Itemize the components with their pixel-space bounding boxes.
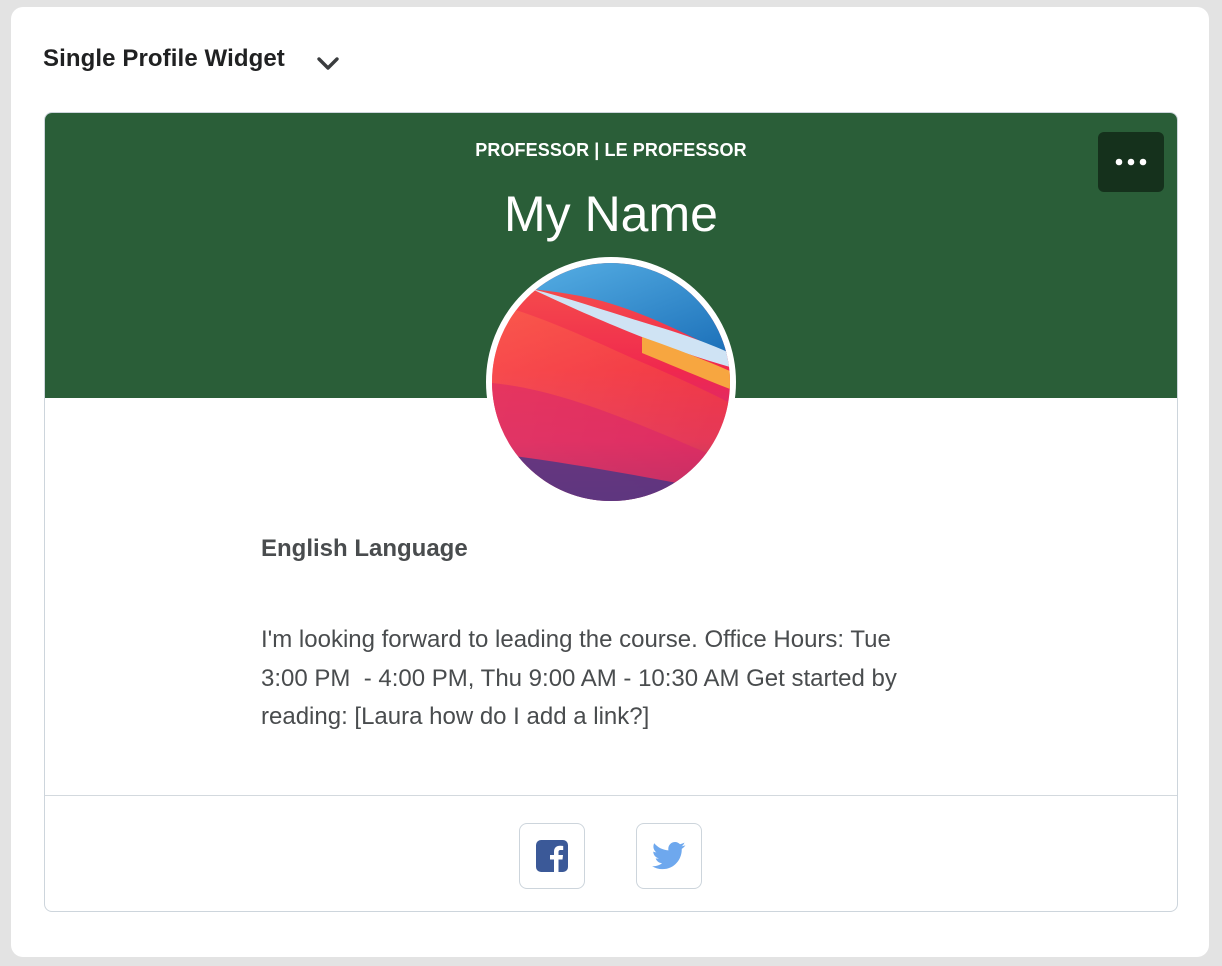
more-options-icon bbox=[1115, 158, 1147, 166]
widget-title: Single Profile Widget bbox=[43, 45, 285, 72]
widget-panel: Single Profile Widget PROFESSOR | LE PRO… bbox=[11, 7, 1209, 957]
profile-name: My Name bbox=[504, 186, 718, 242]
twitter-button[interactable] bbox=[636, 823, 702, 889]
profile-bio: I'm looking forward to leading the cours… bbox=[261, 626, 897, 730]
facebook-button[interactable] bbox=[519, 823, 585, 889]
collapse-toggle-button[interactable] bbox=[313, 49, 343, 79]
profile-department: English Language bbox=[261, 535, 468, 562]
more-options-button[interactable] bbox=[1098, 132, 1164, 192]
facebook-icon bbox=[536, 840, 568, 872]
chevron-down-icon bbox=[317, 57, 339, 70]
profile-avatar bbox=[486, 257, 736, 507]
twitter-icon bbox=[652, 841, 686, 870]
profile-role: PROFESSOR | LE PROFESSOR bbox=[475, 140, 747, 160]
profile-card: PROFESSOR | LE PROFESSOR My Name English… bbox=[44, 112, 1178, 912]
card-divider bbox=[45, 795, 1177, 796]
page-background: Single Profile Widget PROFESSOR | LE PRO… bbox=[0, 0, 1222, 966]
